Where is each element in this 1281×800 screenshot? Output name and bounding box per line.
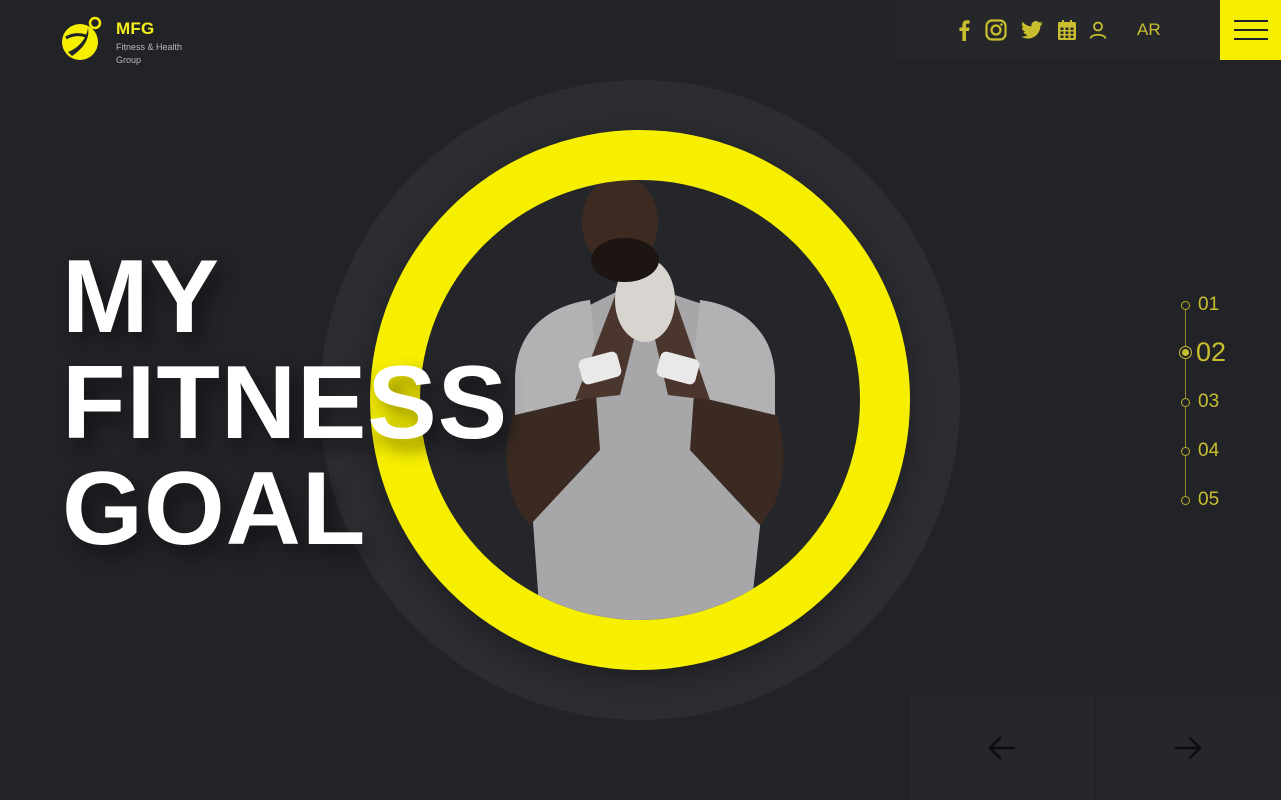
pager-dot [1181, 495, 1190, 505]
headline-line: MY [62, 239, 220, 355]
menu-line [1233, 29, 1268, 31]
prev-slide-button[interactable] [910, 696, 1094, 800]
pager-item-02[interactable]: 02 [1176, 337, 1226, 368]
pager-number: 05 [1198, 489, 1220, 510]
pager-number: 02 [1196, 337, 1227, 367]
headline-line: FITNESS [62, 345, 509, 461]
pager-item-04[interactable]: 04 [1176, 440, 1219, 462]
user-icon[interactable] [1086, 18, 1110, 42]
slide-pager: 01 02 03 04 05 [1176, 292, 1256, 522]
brand-name: MFG [116, 19, 155, 38]
pager-item-03[interactable]: 03 [1176, 391, 1219, 413]
calendar-icon[interactable] [1055, 18, 1079, 42]
hamburger-menu-button[interactable] [1220, 0, 1281, 60]
top-bar: AR [897, 0, 1220, 60]
menu-line [1233, 20, 1268, 22]
pager-dot [1181, 397, 1190, 407]
pager-number: 03 [1198, 391, 1220, 412]
pager-dot [1181, 446, 1190, 456]
arrow-left-icon [988, 736, 1016, 760]
pager-number: 04 [1198, 440, 1220, 461]
menu-line [1233, 38, 1268, 40]
language-switch[interactable]: AR [1137, 20, 1161, 40]
pager-number: 01 [1198, 294, 1220, 315]
pager-dot [1181, 300, 1190, 310]
pager-dot-active [1179, 346, 1192, 359]
pager-item-05[interactable]: 05 [1176, 489, 1219, 511]
next-slide-button[interactable] [1096, 696, 1280, 800]
brand-tagline: Fitness & Health Group [116, 42, 183, 65]
hero-headline: MY FITNESS GOAL [62, 244, 508, 562]
mfg-logo-icon [60, 16, 102, 60]
arrow-right-icon [1174, 736, 1202, 760]
facebook-icon[interactable] [952, 18, 976, 42]
twitter-icon[interactable] [1020, 18, 1044, 42]
pager-item-01[interactable]: 01 [1176, 294, 1219, 316]
headline-line: GOAL [62, 451, 367, 567]
brand-logo[interactable]: MFG Fitness & Health Group [60, 16, 196, 67]
instagram-icon[interactable] [984, 18, 1008, 42]
